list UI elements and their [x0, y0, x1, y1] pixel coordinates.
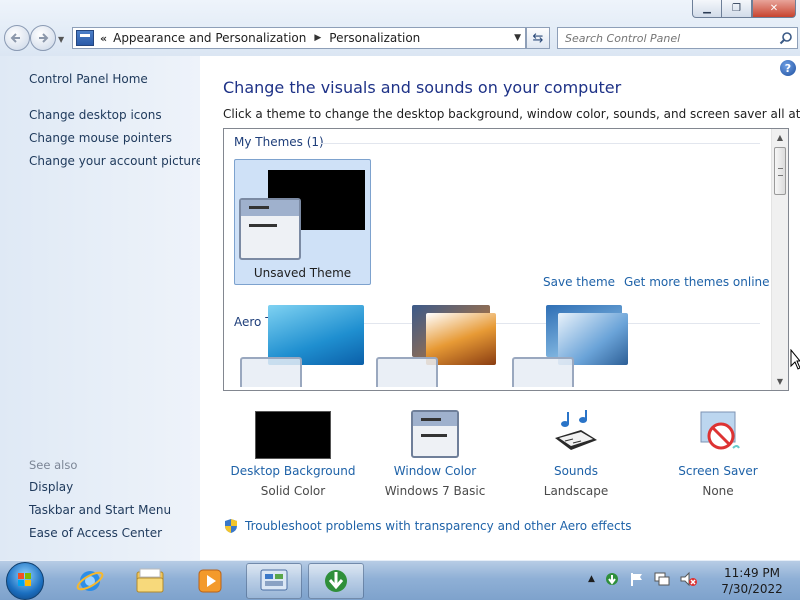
forward-button[interactable]	[30, 25, 56, 51]
screen-saver-icon	[693, 408, 743, 458]
change-mouse-pointers-link[interactable]: Change mouse pointers	[29, 131, 172, 145]
forward-arrow-icon	[39, 33, 49, 43]
troubleshoot-aero-link[interactable]: Troubleshoot problems with transparency …	[245, 519, 632, 533]
internet-explorer-icon	[76, 571, 104, 591]
see-also-label: See also	[29, 458, 78, 472]
media-player-icon	[198, 569, 222, 593]
search-icon[interactable]	[777, 29, 795, 47]
breadcrumb-personalization[interactable]: Personalization	[329, 31, 420, 45]
help-icon[interactable]: ?	[780, 60, 796, 76]
windows-logo-icon	[18, 573, 31, 586]
system-clock[interactable]: 11:49 PM 7/30/2022	[712, 565, 792, 597]
refresh-icon: ⇆	[532, 30, 544, 46]
theme-list[interactable]: My Themes (1) Unsaved Theme Save theme G…	[223, 128, 789, 391]
scroll-down-icon[interactable]: ▼	[772, 373, 788, 389]
change-account-picture-link[interactable]: Change your account picture	[29, 154, 203, 168]
page-title: Change the visuals and sounds on your co…	[223, 78, 622, 97]
desktop-background-icon	[255, 411, 331, 459]
refresh-button[interactable]: ⇆	[526, 27, 550, 49]
back-button[interactable]	[4, 25, 30, 51]
main-content: ? Change the visuals and sounds on your …	[200, 56, 800, 560]
get-more-themes-link[interactable]: Get more themes online	[624, 275, 770, 289]
my-themes-header[interactable]: My Themes (1)	[234, 135, 324, 149]
volume-muted-icon[interactable]	[679, 571, 697, 587]
theme-window-preview	[239, 198, 301, 260]
back-arrow-icon	[10, 33, 20, 43]
windows-explorer-button[interactable]	[122, 563, 178, 599]
screen-saver-value: None	[702, 484, 734, 498]
unsaved-theme-label: Unsaved Theme	[253, 266, 352, 280]
minimize-button[interactable]: ▁	[692, 0, 722, 18]
download-manager-button[interactable]	[308, 563, 364, 599]
download-tray-icon[interactable]	[603, 571, 621, 587]
control-panel-button[interactable]	[246, 563, 302, 599]
desktop-background-value: Solid Color	[260, 484, 326, 498]
window-color-icon	[411, 410, 459, 458]
windows-explorer-icon	[136, 568, 164, 593]
aero-theme-tile[interactable]	[236, 305, 364, 389]
address-overflow-icon[interactable]: «	[100, 32, 107, 45]
sounds-label[interactable]: Sounds	[501, 464, 651, 478]
media-player-button[interactable]	[182, 563, 238, 599]
shield-icon	[225, 519, 237, 533]
window-color-label[interactable]: Window Color	[360, 464, 510, 478]
mouse-cursor-icon	[790, 349, 800, 370]
scrollbar-thumb[interactable]	[774, 147, 786, 195]
save-theme-link[interactable]: Save theme	[543, 275, 615, 289]
theme-list-scrollbar[interactable]: ▲ ▼	[771, 129, 788, 390]
control-panel-icon	[76, 30, 94, 46]
start-button[interactable]	[6, 562, 44, 600]
search-input[interactable]	[565, 29, 777, 47]
close-button[interactable]: ✕	[752, 0, 796, 18]
address-bar[interactable]: « Appearance and Personalization ▶ Perso…	[72, 27, 526, 49]
aero-theme-tile[interactable]	[372, 305, 496, 389]
internet-explorer-button[interactable]	[62, 563, 118, 599]
recent-pages-dropdown[interactable]: ▼	[58, 35, 64, 44]
address-dropdown-icon[interactable]: ▼	[514, 33, 521, 43]
network-icon[interactable]	[653, 571, 671, 587]
sounds-icon	[551, 408, 601, 458]
unsaved-theme-tile[interactable]: Unsaved Theme	[234, 159, 371, 285]
sounds-value: Landscape	[543, 484, 609, 498]
action-center-flag-icon[interactable]	[629, 571, 645, 587]
download-manager-icon	[325, 570, 347, 592]
show-hidden-icons-icon[interactable]: ▲	[588, 574, 595, 584]
page-description: Click a theme to change the desktop back…	[223, 107, 800, 121]
aero-theme-tile[interactable]	[508, 305, 628, 389]
window-color-value: Windows 7 Basic	[384, 484, 486, 498]
change-desktop-icons-link[interactable]: Change desktop icons	[29, 108, 162, 122]
group-divider	[320, 143, 760, 144]
display-link[interactable]: Display	[29, 480, 73, 494]
task-pane: Control Panel Home Change desktop icons …	[0, 56, 203, 560]
clock-date: 7/30/2022	[721, 582, 783, 596]
maximize-button[interactable]: ❐	[722, 0, 752, 18]
clock-time: 11:49 PM	[724, 566, 780, 580]
control-panel-home-link[interactable]: Control Panel Home	[29, 72, 148, 86]
taskbar-start-menu-link[interactable]: Taskbar and Start Menu	[29, 503, 171, 517]
scroll-up-icon[interactable]: ▲	[772, 129, 788, 145]
screen-saver-label[interactable]: Screen Saver	[643, 464, 793, 478]
desktop-background-label[interactable]: Desktop Background	[218, 464, 368, 478]
window-chrome: ▁ ❐ ✕ ▼ « Appearance and Personalization…	[0, 0, 800, 56]
window-controls: ▁ ❐ ✕	[692, 0, 796, 18]
search-box[interactable]	[557, 27, 798, 49]
breadcrumb-arrow-icon[interactable]: ▶	[314, 33, 321, 43]
troubleshoot-row: Troubleshoot problems with transparency …	[223, 518, 632, 534]
breadcrumb-appearance[interactable]: Appearance and Personalization	[113, 31, 306, 45]
ease-of-access-link[interactable]: Ease of Access Center	[29, 526, 162, 540]
system-tray: ▲	[588, 571, 697, 587]
taskbar: ▲ 11:49 PM 7/30/2022	[0, 560, 800, 600]
control-panel-icon	[260, 569, 288, 591]
